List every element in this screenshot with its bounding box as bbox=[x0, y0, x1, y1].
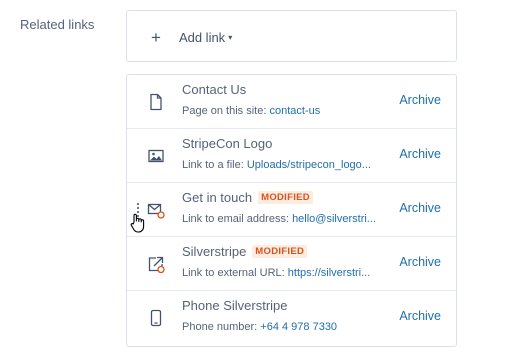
link-row-phone-silverstripe[interactable]: Phone Silverstripe Phone number: +64 4 9… bbox=[127, 291, 456, 345]
archive-button[interactable]: Archive bbox=[399, 255, 441, 269]
archive-button[interactable]: Archive bbox=[399, 201, 441, 215]
link-description: Phone number: +64 4 978 7330 bbox=[182, 321, 338, 333]
link-value[interactable]: https://silverstri... bbox=[288, 267, 371, 279]
add-link-label: Add link bbox=[178, 29, 226, 45]
link-title: Phone Silverstripe bbox=[182, 298, 288, 313]
link-row-stripecon-logo[interactable]: StripeCon Logo Link to a file: Uploads/s… bbox=[127, 129, 456, 183]
archive-button[interactable]: Archive bbox=[399, 309, 441, 323]
link-value[interactable]: contact-us bbox=[269, 105, 320, 117]
link-row-contact-us[interactable]: Contact Us Page on this site: contact-us… bbox=[127, 75, 456, 129]
modified-badge: MODIFIED bbox=[252, 245, 308, 258]
link-title: StripeCon Logo bbox=[182, 136, 273, 151]
link-list: Contact Us Page on this site: contact-us… bbox=[126, 74, 457, 347]
phone-icon bbox=[150, 309, 162, 327]
plus-icon: + bbox=[151, 27, 161, 47]
link-title: Silverstripe MODIFIED bbox=[182, 244, 308, 259]
link-value[interactable]: Uploads/stripecon_logo... bbox=[247, 159, 371, 171]
archive-button[interactable]: Archive bbox=[399, 147, 441, 161]
link-value[interactable]: hello@silverstri... bbox=[292, 213, 376, 225]
link-description: Link to a file: Uploads/stripecon_logo..… bbox=[182, 159, 371, 171]
modified-badge: MODIFIED bbox=[258, 191, 313, 204]
link-row-get-in-touch[interactable]: Get in touch MODIFIED Link to email addre… bbox=[127, 183, 456, 237]
archive-button[interactable]: Archive bbox=[399, 93, 441, 107]
add-link-box: + Add link ▾ bbox=[126, 10, 457, 62]
link-title: Contact Us bbox=[182, 82, 247, 97]
link-description: Link to external URL: https://silverstri… bbox=[182, 267, 371, 279]
link-value[interactable]: +64 4 978 7330 bbox=[260, 321, 337, 333]
link-description: Link to email address: hello@silverstri.… bbox=[182, 213, 376, 225]
page-icon bbox=[150, 93, 162, 111]
external-link-icon bbox=[148, 256, 165, 273]
hand-cursor-icon bbox=[130, 213, 145, 233]
caret-down-icon: ▾ bbox=[228, 32, 233, 42]
field-label: Related links bbox=[20, 17, 95, 32]
link-row-silverstripe[interactable]: Silverstripe MODIFIED Link to external UR… bbox=[127, 237, 456, 291]
link-title: Get in touch MODIFIED bbox=[182, 190, 313, 205]
image-icon bbox=[148, 149, 164, 163]
link-description: Page on this site: contact-us bbox=[182, 105, 321, 117]
email-icon bbox=[147, 203, 165, 219]
add-link-button[interactable]: + Add link ▾ bbox=[151, 27, 232, 47]
